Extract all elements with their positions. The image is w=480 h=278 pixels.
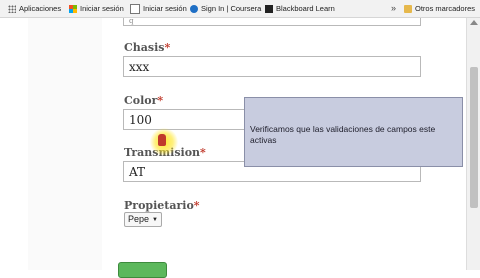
coursera-icon bbox=[190, 4, 198, 13]
propietario-select[interactable]: Pepe ▼ bbox=[124, 212, 162, 227]
bookmark-label: Iniciar sesión bbox=[143, 4, 187, 13]
dropdown-arrow-icon: ▼ bbox=[152, 216, 158, 223]
propietario-label: Propietario* bbox=[124, 199, 200, 212]
folder-icon bbox=[404, 4, 412, 13]
bookmark-iniciar-sesion-microsoft[interactable]: Iniciar sesión bbox=[69, 0, 124, 17]
required-mark: * bbox=[157, 94, 164, 107]
previous-field-input[interactable]: q bbox=[123, 18, 421, 26]
bookmark-label: Aplicaciones bbox=[19, 4, 62, 13]
propietario-label-text: Propietario bbox=[124, 199, 194, 212]
bookmark-label: Blackboard Learn bbox=[276, 4, 335, 13]
color-label-text: Color bbox=[124, 94, 158, 107]
propietario-selected-value: Pepe bbox=[128, 214, 150, 224]
bookmarks-overflow-chevron[interactable]: » bbox=[391, 0, 396, 17]
annotation-tooltip: Verificamos que las validaciones de camp… bbox=[244, 97, 463, 167]
submit-button[interactable] bbox=[118, 262, 167, 278]
color-label: Color* bbox=[124, 94, 163, 107]
bookmark-otros-marcadores[interactable]: Otros marcadores bbox=[404, 0, 475, 17]
tooltip-text: Verificamos que las validaciones de camp… bbox=[250, 124, 436, 145]
bookmark-label: Otros marcadores bbox=[415, 4, 476, 13]
bookmark-coursera[interactable]: Sign In | Coursera bbox=[190, 0, 261, 17]
bookmark-label: Sign In | Coursera bbox=[201, 4, 262, 13]
hand-cursor-icon bbox=[158, 134, 166, 146]
page-icon bbox=[130, 3, 140, 14]
microsoft-logo-icon bbox=[69, 4, 77, 13]
bookmarks-bar: Aplicaciones Iniciar sesión Iniciar sesi… bbox=[0, 0, 480, 18]
side-panel bbox=[28, 18, 102, 270]
bookmark-apps[interactable]: Aplicaciones bbox=[8, 0, 61, 17]
required-mark: * bbox=[164, 41, 171, 54]
scroll-up-arrow-icon[interactable] bbox=[470, 20, 478, 25]
required-mark: * bbox=[200, 146, 206, 159]
chasis-label-text: Chasis bbox=[124, 41, 165, 54]
vertical-scrollbar[interactable] bbox=[466, 18, 480, 270]
bookmark-iniciar-sesion-page[interactable]: Iniciar sesión bbox=[130, 0, 187, 17]
apps-grid-icon bbox=[8, 4, 16, 13]
required-mark: * bbox=[193, 199, 200, 212]
blackboard-icon bbox=[265, 4, 273, 13]
bookmark-label: Iniciar sesión bbox=[80, 4, 124, 13]
scrollbar-thumb[interactable] bbox=[470, 67, 478, 208]
chasis-input[interactable]: xxx bbox=[123, 56, 421, 77]
chasis-label: Chasis* bbox=[124, 41, 170, 54]
bookmark-blackboard[interactable]: Blackboard Learn bbox=[265, 0, 335, 17]
